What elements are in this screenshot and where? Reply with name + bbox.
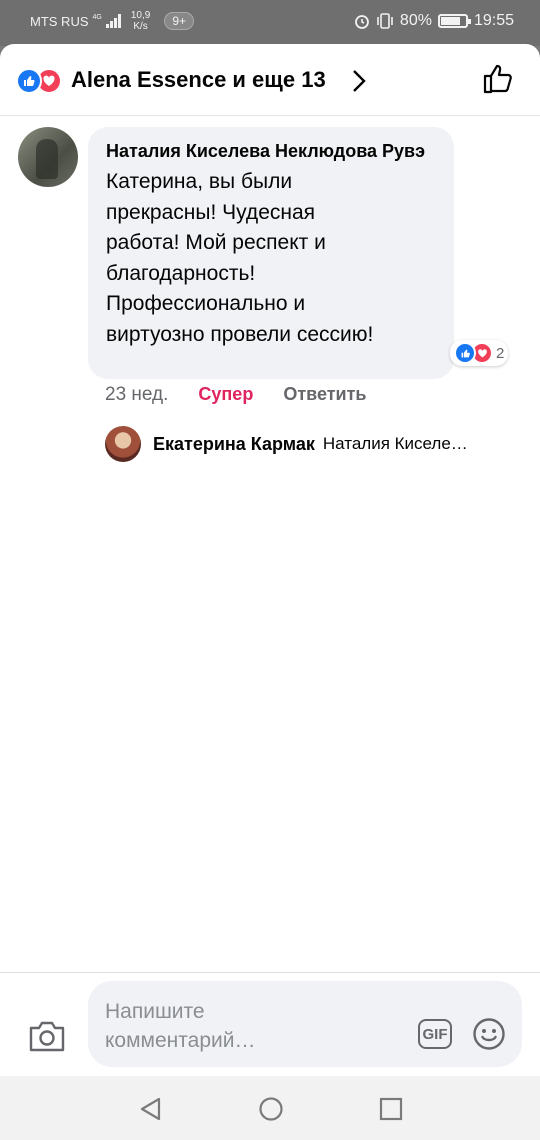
chevron-right-icon[interactable] — [350, 68, 368, 94]
network-type: 4G — [92, 13, 102, 21]
reply-button[interactable]: Ответить — [283, 384, 366, 406]
reactions-title: Alena Essence и еще 13 — [71, 67, 326, 92]
network-speed: 10,9 K/s — [131, 10, 150, 32]
like-icon — [16, 68, 42, 94]
gif-button[interactable]: GIF — [418, 1019, 452, 1049]
reply-avatar[interactable] — [105, 426, 141, 462]
reaction-count: 2 — [496, 344, 505, 362]
comment-placeholder: Напишите комментарий… — [105, 1000, 256, 1052]
reactions-header[interactable]: Alena Essence и еще 13 — [0, 44, 540, 116]
commenter-avatar[interactable] — [18, 127, 78, 187]
battery-icon — [437, 14, 471, 28]
super-reaction-button[interactable]: Супер — [198, 384, 253, 406]
alarm-icon — [355, 15, 369, 29]
comment-author[interactable]: Наталия Киселева Неклюдова Рувэ — [106, 139, 436, 163]
comment-composer: Напишите комментарий… GIF — [0, 972, 540, 1076]
status-left: MTS RUS 4G 10,9 K/s 9+ — [30, 10, 194, 32]
status-bar: MTS RUS 4G 10,9 K/s 9+ 80% 19:55 — [0, 0, 540, 46]
notification-badge: 9+ — [164, 12, 194, 30]
speed-value: 10,9 — [130, 10, 151, 21]
vibrate-icon — [377, 13, 393, 29]
comment-text: Катерина, вы были прекрасны! Чудесная ра… — [106, 170, 374, 346]
camera-icon[interactable] — [28, 1019, 66, 1053]
emoji-icon[interactable] — [472, 1017, 506, 1051]
comment-time: 23 нед. — [105, 384, 169, 405]
clock: 19:55 — [473, 12, 514, 29]
comments-sheet: Alena Essence и еще 13 Наталия Киселева … — [0, 44, 540, 1140]
reaction-icons — [16, 68, 62, 94]
comment-input[interactable]: Напишите комментарий… GIF — [88, 981, 522, 1067]
carrier-name: MTS RUS — [30, 13, 89, 29]
battery-percent: 80% — [399, 12, 432, 29]
comment-bubble[interactable]: Наталия Киселева Неклюдова Рувэ Катерина… — [88, 127, 454, 379]
status-right: 80% 19:55 — [354, 12, 514, 30]
comment-actions: 23 нед. Супер Ответить — [105, 384, 367, 406]
recent-apps-icon[interactable] — [379, 1097, 403, 1121]
like-icon — [454, 342, 476, 364]
like-outline-icon[interactable] — [482, 62, 516, 96]
back-icon[interactable] — [138, 1096, 164, 1122]
reply-text: Наталия Киселе… — [322, 434, 468, 453]
reply-preview[interactable]: Екатерина Кармак Наталия Киселе… — [105, 426, 468, 462]
home-icon[interactable] — [258, 1096, 284, 1122]
speed-unit: K/s — [133, 21, 148, 32]
android-nav-bar — [0, 1076, 540, 1140]
comment-reactions[interactable]: 2 — [450, 340, 509, 366]
signal-icon — [105, 14, 121, 28]
reply-author[interactable]: Екатерина Кармак — [153, 434, 315, 455]
